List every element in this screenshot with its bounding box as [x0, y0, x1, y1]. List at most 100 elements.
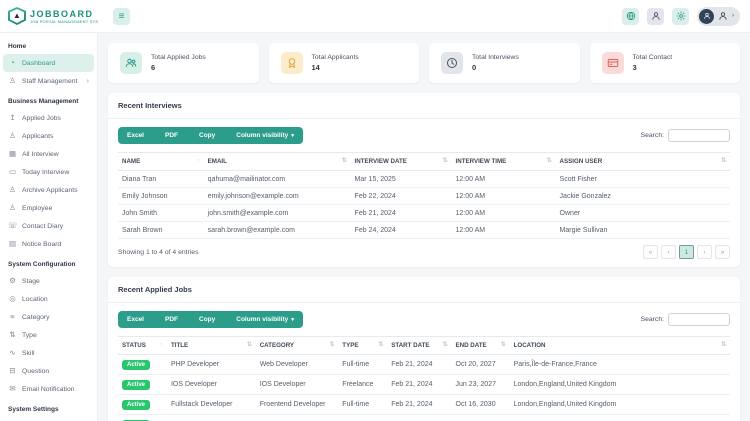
calendar-icon: ▦ — [8, 150, 17, 158]
topbar: ▲ JOBBOARD JOB PORTAL MANAGEMENT SYSTEM … — [0, 0, 750, 33]
table-cell: emily.johnson@example.com — [204, 188, 351, 205]
sidebar-item-location[interactable]: ◎ Location — [3, 290, 94, 308]
sort-icon: ⇅ — [342, 158, 347, 164]
sidebar-item-question[interactable]: ⊟ Question — [3, 362, 94, 380]
pdf-button[interactable]: PDF — [156, 311, 190, 328]
users-icon: ♙ — [8, 77, 17, 85]
stat-label: Total Applied Jobs — [151, 54, 206, 61]
column-header[interactable]: NAME↑ — [118, 153, 204, 171]
brand-text: JOBBOARD JOB PORTAL MANAGEMENT SYSTEM — [30, 9, 98, 24]
stat-total-interviews: Total Interviews 0 — [429, 43, 580, 83]
settings-button[interactable] — [672, 8, 689, 25]
excel-button[interactable]: Excel — [118, 127, 156, 144]
table-cell: IOS Developer — [256, 375, 339, 395]
sidebar-item-today-interview[interactable]: ▭ Today Interview — [3, 163, 94, 181]
column-header[interactable]: INTERVIEW DATE⇅ — [351, 153, 452, 171]
topbar-actions: › — [622, 7, 750, 26]
stat-value: 3 — [633, 63, 673, 72]
award-icon — [289, 59, 295, 68]
sidebar-item-contact-diary[interactable]: ☏ Contact Diary — [3, 217, 94, 235]
column-header[interactable]: END DATE⇅ — [452, 337, 510, 355]
sidebar-item-label: Dashboard — [22, 60, 55, 67]
copy-button[interactable]: Copy — [190, 127, 227, 144]
sidebar-item-all-interview[interactable]: ▦ All Interview — [3, 145, 94, 163]
entries-info: Showing 1 to 4 of 4 entries — [118, 249, 198, 256]
first-page-button[interactable]: « — [643, 245, 658, 259]
sidebar-item-stage[interactable]: ⚙ Stage — [3, 272, 94, 290]
search-input[interactable] — [668, 313, 730, 326]
column-header[interactable]: LOCATION⇅ — [510, 337, 730, 355]
last-page-button[interactable]: » — [715, 245, 730, 259]
applied-jobs-icon: ↥ — [8, 114, 17, 122]
table-row[interactable]: Emily Johnson emily.johnson@example.com … — [118, 188, 730, 205]
table-cell: Feb 21, 2024 — [351, 205, 452, 222]
table-cell: 12:00 AM — [452, 205, 556, 222]
map-pin-icon: ◎ — [8, 295, 17, 303]
sidebar-item-notice-board[interactable]: ▤ Notice Board — [3, 235, 94, 253]
table-row[interactable]: Diana Tran qahuma@mailinator.com Mar 15,… — [118, 171, 730, 188]
section-label-system-settings: System Settings — [0, 398, 97, 417]
column-header[interactable]: ASSIGN USER⇅ — [556, 153, 730, 171]
table-row[interactable]: Sarah Brown sarah.brown@example.com Feb … — [118, 222, 730, 239]
sidebar-item-staff-management[interactable]: ♙ Staff Management › — [3, 72, 94, 90]
stat-value: 14 — [312, 63, 359, 72]
staff-login-button[interactable] — [647, 8, 664, 25]
table-row[interactable]: Active Mobile App Developer Android Deve… — [118, 415, 730, 421]
logo-triangle-icon: ▲ — [13, 12, 21, 20]
next-page-button[interactable]: › — [697, 245, 712, 259]
sidebar-item-applied-jobs[interactable]: ↥ Applied Jobs — [3, 109, 94, 127]
logo-icon: ▲ — [8, 7, 26, 25]
column-visibility-button[interactable]: Column visibility▾ — [227, 311, 303, 328]
sidebar-item-archive-applicants[interactable]: ♙ Archive Applicants — [3, 181, 94, 199]
profile-menu[interactable]: › — [697, 7, 740, 26]
table-cell: Emily Johnson — [118, 188, 204, 205]
sidebar-item-label: Contact Diary — [22, 223, 63, 230]
sidebar-item-dashboard[interactable]: ◔ Dashboard — [3, 54, 94, 72]
column-header[interactable]: EMAIL⇅ — [204, 153, 351, 171]
site-link-button[interactable] — [622, 8, 639, 25]
sidebar-item-category[interactable]: ≡ Category — [3, 308, 94, 326]
sort-icon: ↑ — [160, 342, 163, 348]
search-input[interactable] — [668, 129, 730, 142]
excel-button[interactable]: Excel — [118, 311, 156, 328]
status-badge: Active — [122, 380, 150, 390]
table-cell: Paris,Île-de-France,France — [510, 355, 730, 375]
table-row[interactable]: Active Fullstack Developer Froentend Dev… — [118, 395, 730, 415]
stat-total-applicants: Total Applicants 14 — [269, 43, 420, 83]
table-row[interactable]: John Smith john.smith@example.com Feb 21… — [118, 205, 730, 222]
column-header[interactable]: CATEGORY⇅ — [256, 337, 339, 355]
column-header[interactable]: INTERVIEW TIME⇅ — [452, 153, 556, 171]
sidebar-item-type[interactable]: ⇅ Type — [3, 326, 94, 344]
user-icon — [652, 13, 658, 20]
sidebar-item-email-notification[interactable]: ✉ Email Notification — [3, 380, 94, 398]
sidebar-item-skill[interactable]: ∿ Skill — [3, 344, 94, 362]
sidebar-item-label: Email Notification — [22, 386, 75, 393]
chevron-right-icon: › — [87, 78, 89, 85]
sidebar-toggle-button[interactable]: ≡ — [113, 8, 130, 25]
sort-icon: ⇅ — [501, 342, 506, 348]
column-header[interactable]: TYPE⇅ — [338, 337, 387, 355]
page-1-button[interactable]: 1 — [679, 245, 694, 259]
pdf-button[interactable]: PDF — [156, 127, 190, 144]
column-header[interactable]: START DATE⇅ — [387, 337, 451, 355]
stat-total-contact: Total Contact 3 — [590, 43, 741, 83]
recent-applied-jobs-panel: Recent Applied Jobs Excel PDF Copy Colum… — [108, 277, 740, 421]
sidebar-item-applicants[interactable]: ♙ Applicants — [3, 127, 94, 145]
table-row[interactable]: Active PHP Developer Web Developer Full-… — [118, 355, 730, 375]
switch-user-icon — [718, 11, 728, 21]
copy-button[interactable]: Copy — [190, 311, 227, 328]
table-row[interactable]: Active IOS Developer IOS Developer Freel… — [118, 375, 730, 395]
column-header[interactable]: TITLE⇅ — [167, 337, 256, 355]
column-header[interactable]: STATUS↑ — [118, 337, 167, 355]
clipboard-icon: ▤ — [8, 240, 17, 248]
column-visibility-button[interactable]: Column visibility▾ — [227, 127, 303, 144]
table-cell: London,England,United Kingdom — [510, 395, 730, 415]
table-cell: Feb 21, 2024 — [387, 415, 451, 421]
caret-down-icon: ▾ — [291, 317, 294, 323]
prev-page-button[interactable]: ‹ — [661, 245, 676, 259]
sort-icon: ↑ — [197, 158, 200, 164]
sidebar-item-employee[interactable]: ♙ Employee — [3, 199, 94, 217]
section-label-business-management: Business Management — [0, 90, 97, 109]
sidebar-item-label: Category — [22, 314, 50, 321]
menu-icon: ≡ — [119, 11, 125, 22]
